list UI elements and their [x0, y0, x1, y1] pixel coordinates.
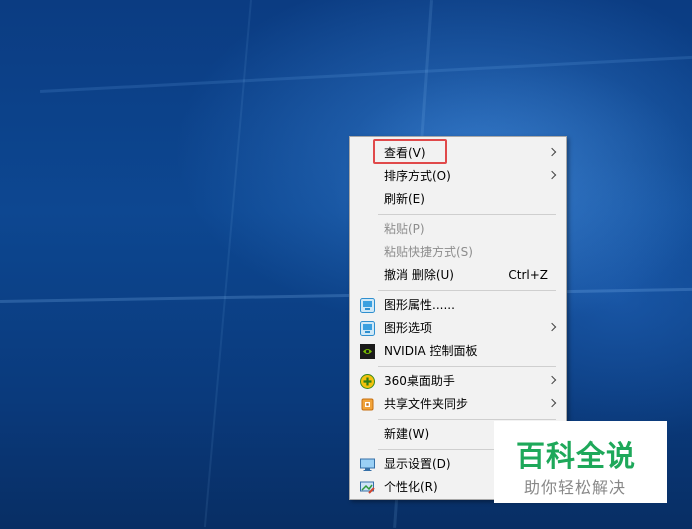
menu-item-graphics-options[interactable]: 图形选项 [350, 317, 566, 340]
menu-item-label: 图形属性...... [384, 298, 455, 312]
menu-item-label: 新建(W) [384, 427, 430, 441]
menu-item-label: 个性化(R) [384, 480, 438, 494]
360-desktop-icon [360, 374, 375, 389]
menu-item-refresh[interactable]: 刷新(E) [350, 188, 566, 211]
menu-separator [378, 290, 556, 291]
nvidia-icon [360, 344, 375, 359]
chevron-right-icon [547, 375, 557, 385]
menu-item-nvidia-control-panel[interactable]: NVIDIA 控制面板 [350, 340, 566, 363]
menu-item-label: 共享文件夹同步 [384, 397, 469, 411]
watermark: 百科全说 助你轻松解决 [494, 421, 667, 503]
chevron-right-icon [547, 322, 557, 332]
display-icon [360, 458, 375, 471]
chevron-right-icon [547, 398, 557, 408]
intel-graphics-icon [360, 321, 375, 336]
menu-item-label: 撤消 删除(U) [384, 268, 454, 282]
menu-item-label: 排序方式(O) [384, 169, 451, 183]
menu-separator [378, 366, 556, 367]
menu-item-label: NVIDIA 控制面板 [384, 344, 478, 358]
menu-item-label: 图形选项 [384, 321, 433, 335]
menu-item-shortcut: Ctrl+Z [508, 268, 548, 282]
menu-item-graphics-properties[interactable]: 图形属性...... [350, 294, 566, 317]
menu-item-360-desktop-assistant[interactable]: 360桌面助手 [350, 370, 566, 393]
highlight-box [373, 139, 447, 164]
menu-item-label: 粘贴快捷方式(S) [384, 245, 473, 259]
shared-folder-sync-icon [361, 398, 374, 411]
watermark-subtitle: 助你轻松解决 [524, 478, 627, 497]
menu-item-label: 显示设置(D) [384, 457, 451, 471]
menu-item-paste-shortcut[interactable]: 粘贴快捷方式(S) [350, 241, 566, 264]
wallpaper-beam [203, 0, 252, 528]
chevron-right-icon [547, 170, 557, 180]
menu-item-label: 粘贴(P) [384, 222, 425, 236]
menu-item-shared-folder-sync[interactable]: 共享文件夹同步 [350, 393, 566, 416]
watermark-title: 百科全说 [516, 439, 637, 473]
menu-item-undo-delete[interactable]: 撤消 删除(U) Ctrl+Z [350, 264, 566, 287]
menu-separator [378, 419, 556, 420]
personalize-icon [360, 481, 375, 494]
menu-separator [378, 214, 556, 215]
menu-item-label: 360桌面助手 [384, 374, 455, 388]
menu-item-sort-by[interactable]: 排序方式(O) [350, 165, 566, 188]
menu-item-label: 刷新(E) [384, 192, 425, 206]
intel-graphics-icon [360, 298, 375, 313]
menu-item-paste[interactable]: 粘贴(P) [350, 218, 566, 241]
chevron-right-icon [547, 147, 557, 157]
